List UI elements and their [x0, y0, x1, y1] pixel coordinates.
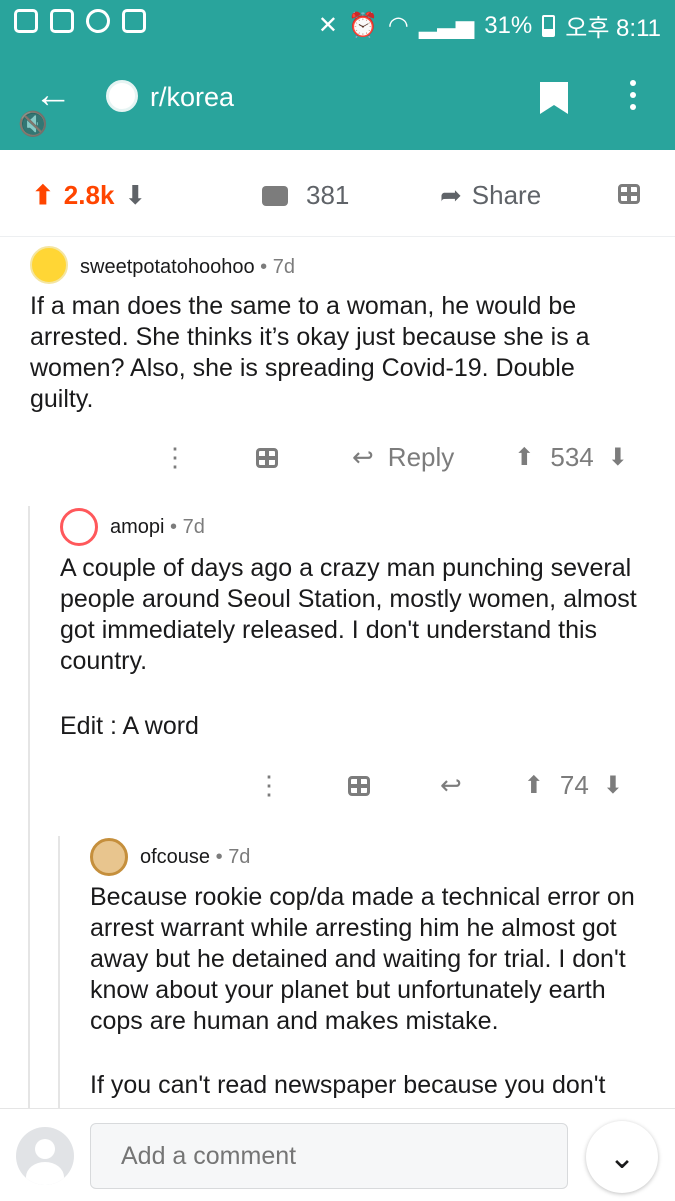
- share-button[interactable]: ➦ Share: [440, 180, 541, 211]
- comment: amopi • 7d A couple of days ago a crazy …: [30, 506, 675, 826]
- comment-controls: ⋮ ↩ Reply ⬆ 534 ⬇: [160, 442, 628, 473]
- upvote-icon[interactable]: ⬆: [524, 771, 544, 800]
- comment-meta: ofcouse • 7d: [140, 846, 251, 868]
- clock: 오후 8:11: [565, 15, 661, 42]
- more-options-icon[interactable]: ⋮: [160, 442, 190, 473]
- comment-text: If a man does the same to a woman, he wo…: [30, 292, 590, 413]
- comment-text: Because rookie cop/da made a technical e…: [90, 883, 635, 1035]
- tag-icon: [81, 4, 115, 38]
- back-arrow-icon[interactable]: ←: [34, 76, 72, 114]
- comment-author[interactable]: sweetpotatohoohoo: [80, 256, 255, 278]
- double-chevron-down-icon: ⌄: [608, 1139, 636, 1175]
- share-label: Share: [471, 180, 542, 210]
- gallery-icon: [50, 9, 74, 33]
- subreddit-name[interactable]: r/korea: [150, 82, 234, 113]
- comment-controls: ⋮ ↩ ⬆ 74 ⬇: [254, 770, 623, 801]
- comment-age: 7d: [182, 516, 205, 538]
- comment: ofcouse • 7d Because rookie cop/da made …: [60, 836, 675, 1108]
- comment-score: 74: [559, 770, 589, 800]
- downvote-icon[interactable]: ⬇: [603, 771, 623, 800]
- battery-percent: 31%: [484, 11, 533, 39]
- subreddit-avatar[interactable]: [106, 80, 138, 112]
- comment-author[interactable]: amopi: [110, 516, 164, 538]
- downvote-icon[interactable]: ⬇: [608, 443, 628, 472]
- comment-text-continued: If you can't read newspaper because you …: [90, 1071, 606, 1099]
- reply-icon[interactable]: ↩: [440, 770, 462, 801]
- gift-icon[interactable]: [348, 775, 370, 796]
- app-notification-icon: [14, 9, 38, 33]
- mute-icon: ✕: [317, 12, 338, 39]
- alarm-icon: ⏰: [347, 12, 378, 39]
- mail-icon: [122, 9, 146, 33]
- comment-meta: sweetpotatohoohoo • 7d: [80, 256, 295, 278]
- comment-edit-note: Edit : A word: [60, 712, 199, 740]
- comment-meta: amopi • 7d: [110, 516, 205, 538]
- reply-label: Reply: [387, 442, 455, 472]
- comments-button[interactable]: 381: [262, 180, 349, 211]
- reply-button[interactable]: ↩ Reply: [352, 442, 454, 473]
- award-button[interactable]: [618, 184, 640, 204]
- avatar[interactable]: [30, 246, 68, 284]
- overflow-menu-icon[interactable]: [630, 80, 636, 116]
- comment-icon: [262, 185, 288, 206]
- comment-composer-bar: ⌄: [0, 1108, 675, 1201]
- share-icon: ➦: [440, 180, 462, 210]
- comment: sweetpotatohoohoo • 7d If a man does the…: [0, 236, 675, 496]
- comment-age: 7d: [272, 256, 295, 278]
- upvote-icon[interactable]: ⬆: [514, 443, 534, 472]
- upvote-icon[interactable]: ⬆: [32, 180, 54, 211]
- user-avatar[interactable]: [16, 1127, 74, 1185]
- gift-icon: [618, 184, 640, 204]
- next-comment-button[interactable]: ⌄: [586, 1121, 658, 1193]
- status-bar: ✕ ⏰ ◠ ▂▃▅ 31% 오후 8:11: [0, 0, 675, 46]
- comment-age: 7d: [228, 846, 251, 868]
- more-options-icon[interactable]: ⋮: [254, 770, 284, 801]
- avatar[interactable]: [90, 838, 128, 876]
- comment-score: 534: [550, 442, 594, 472]
- downvote-icon[interactable]: ⬇: [124, 180, 146, 211]
- comment-text: A couple of days ago a crazy man punchin…: [60, 554, 637, 675]
- avatar[interactable]: [60, 508, 98, 546]
- post-vote-group: ⬆ 2.8k ⬇: [32, 180, 146, 211]
- signal-icon: ▂▃▅: [418, 12, 475, 39]
- wifi-icon: ◠: [387, 12, 409, 39]
- post-score: 2.8k: [63, 180, 115, 210]
- gift-icon[interactable]: [256, 447, 278, 468]
- battery-icon: [542, 14, 556, 37]
- bookmark-icon[interactable]: [540, 82, 568, 114]
- reply-icon: ↩: [352, 442, 374, 472]
- add-comment-input[interactable]: [90, 1123, 568, 1189]
- comment-count: 381: [306, 180, 350, 210]
- post-action-bar: ⬆ 2.8k ⬇ 381 ➦ Share: [0, 150, 675, 237]
- comment-author[interactable]: ofcouse: [140, 846, 210, 868]
- video-mute-icon: 🔇: [18, 111, 48, 138]
- app-bar: ← r/korea 🔇: [0, 46, 675, 150]
